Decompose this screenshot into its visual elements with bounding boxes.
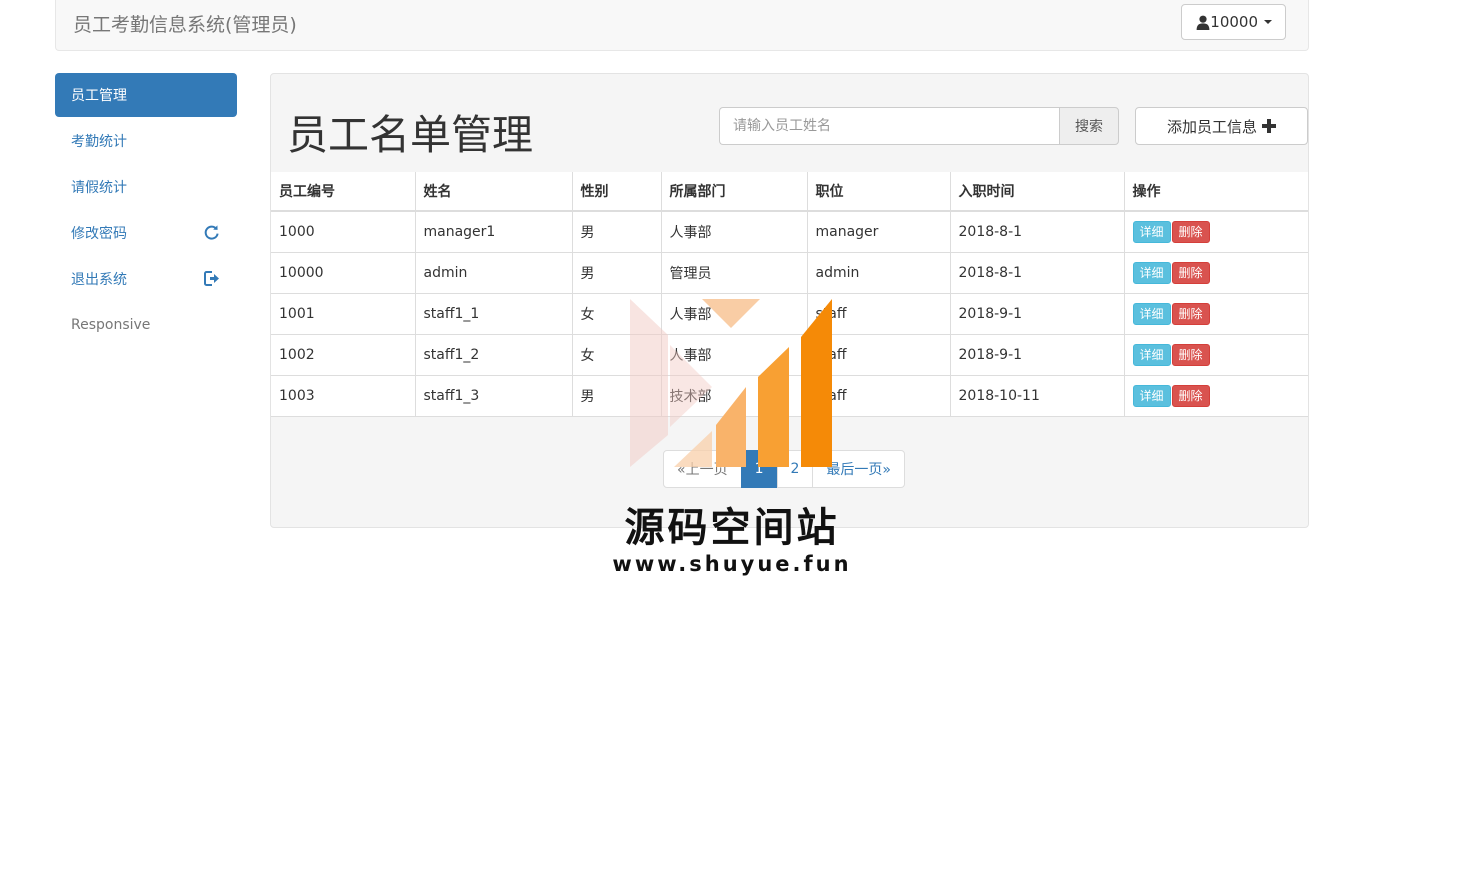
pagination-page-2[interactable]: 2 (776, 450, 814, 488)
cell-hire-date: 2018-8-1 (949, 251, 1124, 293)
employee-table-body: 1000 manager1 男人事部 manager 2018-8-1 详细 删除 10000… (271, 210, 1308, 417)
cell-actions: 详细 删除 (1123, 292, 1308, 334)
cell-name: manager1 (414, 210, 572, 252)
cell-department: 人事部 (660, 210, 807, 252)
pagination-last[interactable]: 最后一页» (812, 450, 905, 488)
detail-button[interactable]: 详细 (1132, 302, 1171, 325)
header-name: 姓名 (414, 172, 572, 212)
cell-hire-date: 2018-10-11 (949, 374, 1124, 417)
table-row: 1000 manager1 男人事部 manager 2018-8-1 详细 删除 (271, 210, 1308, 252)
cell-employee-id: 10000 (271, 251, 415, 293)
table-row: 1002 staff1_2 女人事部 staff 2018-9-1 详细 删除 (271, 333, 1308, 375)
top-navbar: 员工考勤信息系统(管理员) 10000 (55, 0, 1309, 51)
employee-list-panel: 员工名单管理 搜索 添加员工信息 员工编号 姓名 性别 所属部门 职位 (270, 73, 1309, 528)
sidebar-item-label: Responsive (71, 317, 151, 333)
table-row: 10000 admin 男管理员 admin 2018-8-1 详细 删除 (271, 251, 1308, 293)
add-employee-label: 添加员工信息 (1166, 117, 1257, 136)
header-employee-id: 员工编号 (271, 172, 415, 212)
detail-button[interactable]: 详细 (1132, 261, 1171, 284)
cell-position: staff (806, 374, 950, 417)
cell-hire-date: 2018-9-1 (949, 292, 1124, 334)
search-group: 搜索 (719, 107, 1119, 145)
pagination: «上一页 1 2 最后一页» (663, 450, 905, 488)
header-gender: 性别 (571, 172, 661, 212)
cell-actions: 详细 删除 (1123, 374, 1308, 417)
plus-icon (1262, 119, 1276, 133)
cell-department: 管理员 (660, 251, 807, 293)
cell-position: staff (806, 333, 950, 375)
delete-button[interactable]: 删除 (1171, 384, 1210, 407)
employee-table: 员工编号 姓名 性别 所属部门 职位 入职时间 操作 1000 manager1 男… (271, 172, 1308, 417)
search-button[interactable]: 搜索 (1059, 107, 1119, 145)
cell-gender: 男 (571, 251, 661, 293)
detail-button[interactable]: 详细 (1132, 343, 1171, 366)
sidebar-item-label: 退出系统 (71, 272, 127, 288)
sidebar-item-label: 请假统计 (71, 180, 127, 196)
sidebar-nav: 员工管理 考勤统计 请假统计 修改密码 退出系统 Responsive (55, 73, 237, 349)
cell-name: admin (414, 251, 572, 293)
delete-button[interactable]: 删除 (1171, 220, 1210, 243)
user-menu-button[interactable]: 10000 (1181, 4, 1286, 40)
delete-button[interactable]: 删除 (1171, 343, 1210, 366)
table-header-row: 员工编号 姓名 性别 所属部门 职位 入职时间 操作 (271, 172, 1308, 212)
page-title: 员工名单管理 (287, 111, 533, 159)
cell-position: admin (806, 251, 950, 293)
sidebar-item-change-password[interactable]: 修改密码 (55, 211, 237, 255)
cell-name: staff1_2 (414, 333, 572, 375)
detail-button[interactable]: 详细 (1132, 220, 1171, 243)
cell-employee-id: 1003 (271, 374, 415, 417)
cell-employee-id: 1000 (271, 210, 415, 252)
cell-gender: 男 (571, 210, 661, 252)
logout-icon (204, 271, 219, 286)
add-employee-button[interactable]: 添加员工信息 (1135, 107, 1308, 145)
sidebar-item-employee-management[interactable]: 员工管理 (55, 73, 237, 117)
cell-position: manager (806, 210, 950, 252)
refresh-icon (204, 225, 219, 240)
cell-gender: 男 (571, 374, 661, 417)
cell-department: 人事部 (660, 292, 807, 334)
delete-button[interactable]: 删除 (1171, 302, 1210, 325)
sidebar-item-responsive[interactable]: Responsive (55, 303, 237, 347)
sidebar-item-label: 考勤统计 (71, 134, 127, 150)
table-row: 1001 staff1_1 女人事部 staff 2018-9-1 详细 删除 (271, 292, 1308, 334)
header-department: 所属部门 (660, 172, 807, 212)
user-name: 10000 (1210, 13, 1258, 31)
cell-actions: 详细 删除 (1123, 251, 1308, 293)
cell-gender: 女 (571, 292, 661, 334)
brand-title[interactable]: 员工考勤信息系统(管理员) (73, 10, 297, 37)
cell-actions: 详细 删除 (1123, 210, 1308, 252)
caret-down-icon (1264, 20, 1272, 24)
sidebar-item-leave-stats[interactable]: 请假统计 (55, 165, 237, 209)
pagination-prev[interactable]: «上一页 (663, 450, 742, 488)
header-actions: 操作 (1123, 172, 1308, 212)
sidebar-item-attendance-stats[interactable]: 考勤统计 (55, 119, 237, 163)
user-icon (1196, 15, 1210, 30)
cell-hire-date: 2018-8-1 (949, 210, 1124, 252)
header-position: 职位 (806, 172, 950, 212)
cell-department: 人事部 (660, 333, 807, 375)
cell-name: staff1_3 (414, 374, 572, 417)
cell-employee-id: 1001 (271, 292, 415, 334)
cell-position: staff (806, 292, 950, 334)
cell-hire-date: 2018-9-1 (949, 333, 1124, 375)
sidebar-item-logout[interactable]: 退出系统 (55, 257, 237, 301)
cell-actions: 详细 删除 (1123, 333, 1308, 375)
cell-gender: 女 (571, 333, 661, 375)
cell-name: staff1_1 (414, 292, 572, 334)
sidebar-item-label: 修改密码 (71, 226, 127, 242)
sidebar-item-label: 员工管理 (71, 88, 127, 104)
detail-button[interactable]: 详细 (1132, 384, 1171, 407)
pagination-page-1[interactable]: 1 (740, 450, 778, 488)
cell-department: 技术部 (660, 374, 807, 417)
table-row: 1003 staff1_3 男技术部 staff 2018-10-11 详细 删除 (271, 374, 1308, 417)
search-input[interactable] (719, 107, 1059, 145)
header-hire-date: 入职时间 (949, 172, 1124, 212)
watermark-url: www.shuyue.fun (612, 552, 852, 576)
cell-employee-id: 1002 (271, 333, 415, 375)
employee-table-container: 员工编号 姓名 性别 所属部门 职位 入职时间 操作 1000 manager1 男… (271, 172, 1308, 417)
delete-button[interactable]: 删除 (1171, 261, 1210, 284)
